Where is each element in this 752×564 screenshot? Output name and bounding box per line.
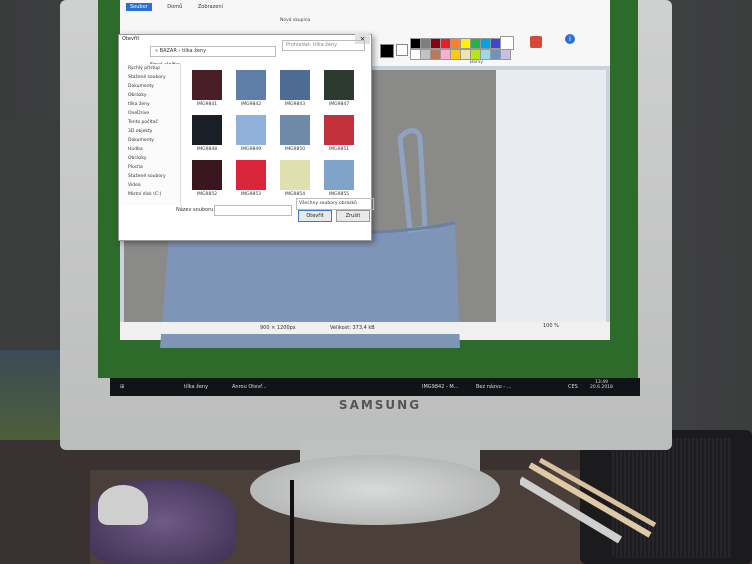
file-thumbnail[interactable]	[324, 70, 354, 100]
palette-color[interactable]	[500, 49, 511, 60]
file-thumbnail[interactable]	[280, 160, 310, 190]
open-button[interactable]: Otevřít	[298, 210, 332, 222]
file-name: IMG9843	[284, 102, 306, 107]
search-input[interactable]: Prohledat: tílka ženy	[282, 40, 365, 51]
nav-item[interactable]: Hudba	[120, 145, 180, 154]
ribbon-label[interactable]: Nová skupina	[280, 18, 310, 23]
nav-item[interactable]: Stažené soubory	[120, 73, 180, 82]
nav-item[interactable]: Tento počítač	[120, 118, 180, 127]
ribbon-tool-labels: Nová skupina	[280, 18, 310, 23]
color2-swatch[interactable]	[396, 44, 408, 56]
file-thumbnail[interactable]	[324, 160, 354, 190]
file-thumbnail[interactable]	[280, 115, 310, 145]
file-thumbnail[interactable]	[192, 160, 222, 190]
file-name: IMG9847	[328, 102, 350, 107]
tab-zobrazeni[interactable]: Zobrazení	[198, 4, 223, 10]
clock-date: 20.6.2018	[590, 385, 613, 390]
filename-label: Název souboru:	[176, 207, 216, 213]
cable	[290, 480, 294, 564]
language-indicator[interactable]: CES	[564, 380, 582, 394]
nav-item[interactable]: Obrázky	[120, 154, 180, 163]
nav-item[interactable]: Dokumenty	[120, 136, 180, 145]
color1-swatch[interactable]	[380, 44, 394, 58]
status-filesize: Velikost: 373,4 kB	[330, 325, 375, 331]
nav-item[interactable]: Plocha	[120, 163, 180, 172]
file-name: IMG9853	[240, 192, 262, 197]
taskbar-item-dialog[interactable]: Anrou Otevř...	[228, 380, 271, 394]
file-name: IMG9852	[196, 192, 218, 197]
cup	[98, 485, 148, 525]
file-thumbnail[interactable]	[192, 70, 222, 100]
filename-input[interactable]	[214, 205, 292, 216]
nav-item[interactable]: Videa	[120, 181, 180, 190]
file-name: IMG9848	[196, 147, 218, 152]
nav-item[interactable]: tílka ženy	[120, 100, 180, 109]
file-name: IMG9841	[196, 102, 218, 107]
file-thumbnail[interactable]	[280, 70, 310, 100]
taskbar-item-paint-1[interactable]: IMG9842 - M...	[418, 380, 462, 394]
file-thumbnail[interactable]	[236, 115, 266, 145]
dialog-title: Otevřít	[122, 36, 140, 42]
color-palette	[410, 38, 511, 62]
file-thumbnail[interactable]	[236, 160, 266, 190]
breadcrumb[interactable]: « BAZAR › tílka ženy	[150, 46, 276, 57]
nav-item[interactable]: OneDrive	[120, 109, 180, 118]
file-name: IMG9849	[240, 147, 262, 152]
taskbar-item-paint-2[interactable]: Bez názvu - ...	[472, 380, 515, 394]
status-size: 900 × 1200px	[260, 325, 296, 331]
file-thumbnail[interactable]	[192, 115, 222, 145]
file-name: IMG9850	[284, 147, 306, 152]
paint-tabs: Soubor Domů Zobrazení	[126, 3, 237, 16]
paint3d-icon[interactable]	[530, 36, 542, 48]
nav-item[interactable]: Místní disk (C:)	[120, 190, 180, 199]
clock[interactable]: 13:49 20.6.2018	[590, 380, 613, 390]
pencils	[520, 457, 657, 544]
cancel-button[interactable]: Zrušit	[336, 210, 370, 222]
navigation-pane: Rychlý přístup Stažené soubory Dokumenty Ob…	[120, 64, 181, 206]
filetype-select[interactable]: Všechny soubory obrázků	[296, 198, 374, 210]
file-grid: IMG9841 IMG9842 IMG9843 IMG9847 IMG9848 IMG98…	[186, 64, 362, 197]
file-name: IMG9855	[328, 192, 350, 197]
taskbar-item-folder[interactable]: tílka ženy	[180, 380, 212, 394]
status-bar: 900 × 1200px Velikost: 373,4 kB	[120, 322, 610, 334]
start-icon[interactable]: ⊞	[116, 380, 128, 394]
monitor-brand: SAMSUNG	[338, 398, 422, 412]
file-name: IMG9854	[284, 192, 306, 197]
info-icon[interactable]: i	[565, 34, 575, 44]
monitor-stand-base	[250, 455, 500, 525]
edit-colors-icon[interactable]	[500, 36, 514, 50]
tab-soubor[interactable]: Soubor	[126, 3, 152, 11]
zoom-level[interactable]: 100 %	[543, 323, 559, 329]
canvas-background	[496, 70, 606, 322]
taskbar: ⊞ tílka ženy Anrou Otevř... IMG9842 - M.…	[110, 378, 640, 396]
nav-item[interactable]: Obrázky	[120, 91, 180, 100]
tab-domu[interactable]: Domů	[167, 4, 182, 10]
nav-item[interactable]: Dokumenty	[120, 82, 180, 91]
file-thumbnail[interactable]	[236, 70, 266, 100]
file-name: IMG9842	[240, 102, 262, 107]
nav-item[interactable]: Rychlý přístup	[120, 64, 180, 73]
file-thumbnail[interactable]	[324, 115, 354, 145]
nav-item[interactable]: Stažené soubory	[120, 172, 180, 181]
file-name: IMG9851	[328, 147, 350, 152]
nav-item[interactable]: 3D objekty	[120, 127, 180, 136]
